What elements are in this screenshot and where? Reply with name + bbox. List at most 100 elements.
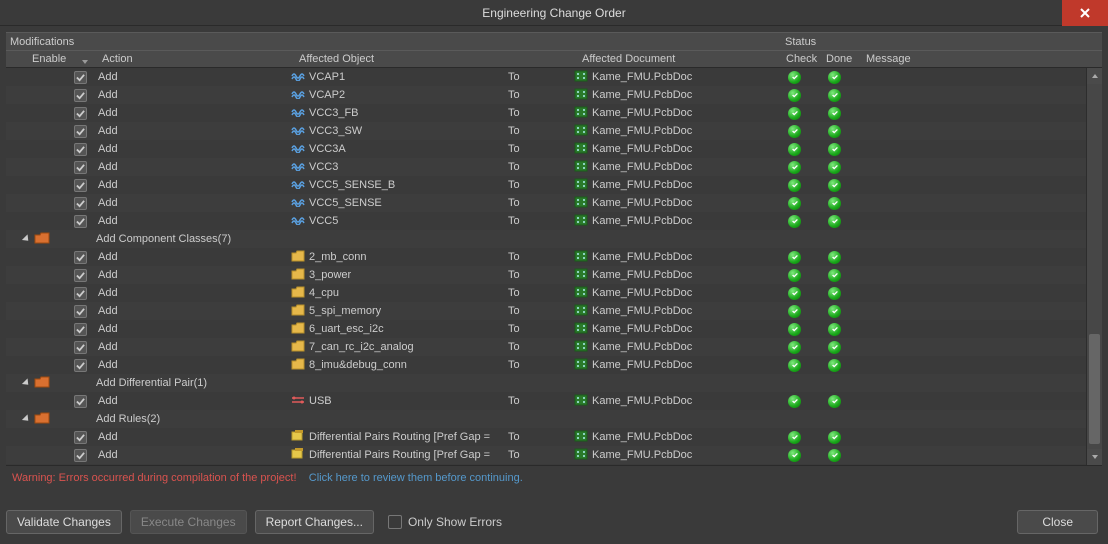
to-cell: To [502,269,572,281]
check-cell [782,323,822,336]
status-ok-icon [828,179,841,192]
rule-icon [291,448,305,463]
enable-checkbox[interactable] [74,359,87,372]
status-ok-icon [788,251,801,264]
status-ok-icon [788,305,801,318]
pcb-doc-icon [574,268,588,283]
enable-cell[interactable] [48,107,92,120]
enable-cell[interactable] [48,143,92,156]
col-object[interactable]: Affected Object [293,53,506,65]
window-close-button[interactable] [1062,0,1108,26]
enable-checkbox[interactable] [74,431,87,444]
done-cell [822,359,862,372]
col-action[interactable]: Action [96,53,293,65]
object-cell: VCC3 [289,161,502,174]
chevron-down-icon [21,378,30,387]
status-ok-icon [828,395,841,408]
enable-checkbox[interactable] [74,179,87,192]
status-ok-icon [828,197,841,210]
enable-cell[interactable] [48,89,92,102]
enable-checkbox[interactable] [74,197,87,210]
done-cell [822,215,862,228]
enable-checkbox[interactable] [74,125,87,138]
grid-body[interactable]: AddVCAP1ToKame_FMU.PcbDocAddVCAP2ToKame_… [6,68,1102,466]
status-ok-icon [828,305,841,318]
scroll-up-arrow[interactable] [1087,68,1102,84]
pcb-doc-icon [574,430,588,445]
enable-cell[interactable] [48,305,92,318]
table-row: Add6_uart_esc_i2cToKame_FMU.PcbDoc [6,320,1102,338]
expand-toggle[interactable] [20,235,32,243]
enable-checkbox[interactable] [74,449,87,462]
col-message[interactable]: Message [866,53,1102,65]
table-row: Add8_imu&debug_connToKame_FMU.PcbDoc [6,356,1102,374]
enable-cell[interactable] [48,359,92,372]
enable-cell[interactable] [48,287,92,300]
enable-checkbox[interactable] [74,161,87,174]
only-show-errors-wrap[interactable]: Only Show Errors [388,515,502,529]
col-done[interactable]: Done [826,53,866,65]
col-check[interactable]: Check [786,53,826,65]
warning-link[interactable]: Click here to review them before continu… [309,472,523,484]
status-ok-icon [828,161,841,174]
group-row[interactable]: Add Differential Pair(1) [6,374,1102,392]
status-ok-icon [828,143,841,156]
close-button[interactable]: Close [1017,510,1098,534]
status-ok-icon [788,161,801,174]
enable-cell[interactable] [48,179,92,192]
enable-checkbox[interactable] [74,89,87,102]
enable-cell[interactable] [48,215,92,228]
expand-toggle[interactable] [20,379,32,387]
enable-checkbox[interactable] [74,287,87,300]
check-cell [782,107,822,120]
enable-checkbox[interactable] [74,143,87,156]
enable-cell[interactable] [48,395,92,408]
done-cell [822,395,862,408]
folder-icon [291,358,305,373]
group-row[interactable]: Add Component Classes(7) [6,230,1102,248]
object-cell: VCC3_SW [289,125,502,138]
enable-cell[interactable] [48,161,92,174]
to-cell: To [502,179,572,191]
enable-checkbox[interactable] [74,107,87,120]
enable-checkbox[interactable] [74,251,87,264]
scroll-down-arrow[interactable] [1087,449,1102,465]
status-ok-icon [828,269,841,282]
action-cell: Add [92,431,289,443]
vertical-scrollbar[interactable] [1086,68,1102,465]
status-ok-icon [788,341,801,354]
enable-checkbox[interactable] [74,305,87,318]
enable-cell[interactable] [48,341,92,354]
warning-row: Warning: Errors occurred during compilat… [6,466,1102,484]
enable-cell[interactable] [48,449,92,462]
col-enable[interactable]: Enable [6,53,96,65]
only-show-errors-checkbox[interactable] [388,515,402,529]
pcb-doc-icon [574,358,588,373]
table-row: AddVCC3ToKame_FMU.PcbDoc [6,158,1102,176]
enable-checkbox[interactable] [74,341,87,354]
enable-cell[interactable] [48,125,92,138]
expand-toggle[interactable] [20,415,32,423]
object-cell: VCC5 [289,215,502,228]
pcb-doc-icon [574,124,588,139]
object-cell: Differential Pairs Routing [Pref Gap = [289,430,502,445]
enable-cell[interactable] [48,197,92,210]
enable-cell[interactable] [48,251,92,264]
enable-checkbox[interactable] [74,395,87,408]
group-row[interactable]: Add Rules(2) [6,410,1102,428]
enable-cell[interactable] [48,323,92,336]
enable-cell[interactable] [48,71,92,84]
scroll-track[interactable] [1087,84,1102,449]
col-document[interactable]: Affected Document [576,53,786,65]
enable-checkbox[interactable] [74,323,87,336]
doc-cell: Kame_FMU.PcbDoc [572,322,782,337]
enable-cell[interactable] [48,431,92,444]
scroll-thumb[interactable] [1089,334,1100,444]
validate-changes-button[interactable]: Validate Changes [6,510,122,534]
enable-checkbox[interactable] [74,215,87,228]
report-changes-button[interactable]: Report Changes... [255,510,374,534]
enable-cell[interactable] [48,269,92,282]
enable-checkbox[interactable] [74,269,87,282]
enable-checkbox[interactable] [74,71,87,84]
table-row: Add2_mb_connToKame_FMU.PcbDoc [6,248,1102,266]
